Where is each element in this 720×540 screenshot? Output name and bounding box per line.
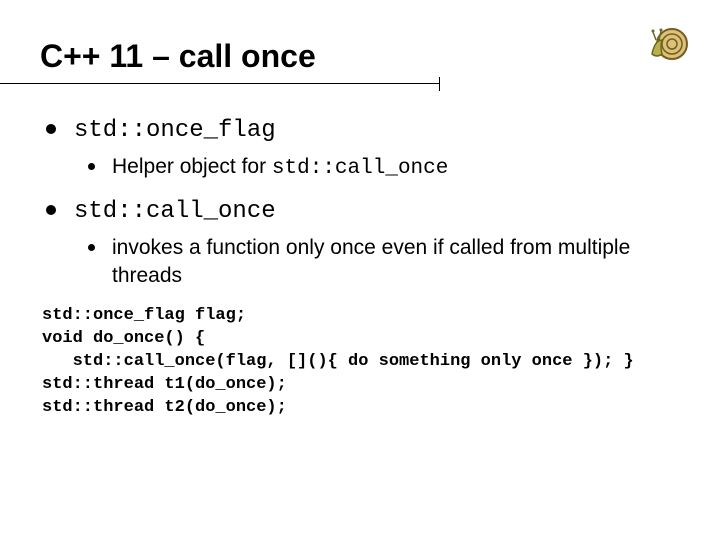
- list-item-label: std::once_flag: [74, 117, 276, 144]
- snail-icon: [644, 18, 692, 66]
- code-block: std::once_flag flag; void do_once() { st…: [42, 305, 680, 420]
- list-item: std::call_once invokes a function only o…: [46, 194, 680, 291]
- slide-title: C++ 11 – call once: [40, 38, 680, 75]
- list-sub-item: invokes a function only once even if cal…: [88, 234, 680, 291]
- list-sub-item: Helper object for std::call_once: [88, 153, 680, 183]
- bullet-list: std::once_flag Helper object for std::ca…: [46, 113, 680, 291]
- list-item: std::once_flag Helper object for std::ca…: [46, 113, 680, 184]
- list-item-label: std::call_once: [74, 198, 276, 225]
- title-underline: [40, 79, 680, 95]
- slide: C++ 11 – call once std::once_flag Helper…: [0, 0, 720, 540]
